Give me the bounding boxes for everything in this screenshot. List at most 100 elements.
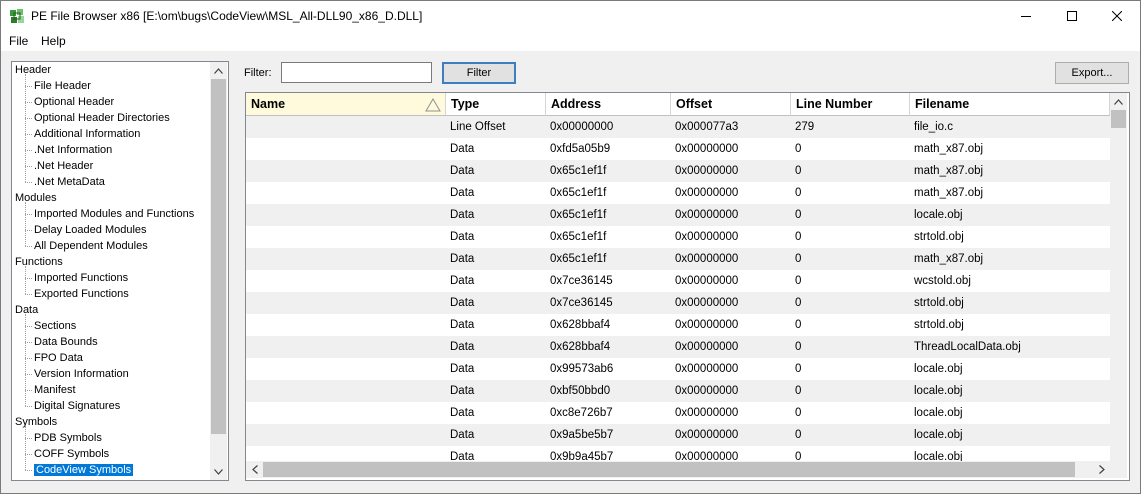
close-button[interactable] xyxy=(1094,1,1140,31)
tree-connector xyxy=(25,278,32,279)
table-cell: 0 xyxy=(795,407,802,419)
table-row[interactable]: Data 0xc8e726b7 0x00000000 0 locale.obj xyxy=(246,402,1110,424)
table-row[interactable]: Data 0x65c1ef1f 0x00000000 0 math_x87.obj xyxy=(246,160,1110,182)
tree-item[interactable]: Optional Header Directories xyxy=(34,110,170,126)
table-cell xyxy=(246,380,450,402)
tree-item[interactable]: Additional Information xyxy=(34,126,140,142)
table-row[interactable]: Data 0x7ce36145 0x00000000 0 strtold.obj xyxy=(246,292,1110,314)
tree-connector xyxy=(25,470,32,471)
table-cell xyxy=(246,270,450,292)
table-horizontal-scrollbar[interactable] xyxy=(246,461,1110,478)
table-row[interactable]: Data 0x99573ab6 0x00000000 0 locale.obj xyxy=(246,358,1110,380)
tree-group[interactable]: Functions xyxy=(15,254,63,270)
title-bar[interactable]: PE File Browser x86 [E:\om\bugs\CodeView… xyxy=(1,1,1140,31)
tree-item[interactable]: Exported Functions xyxy=(34,286,129,302)
tree-item[interactable]: Imported Modules and Functions xyxy=(34,206,194,222)
table-cell: 0x00000000 xyxy=(675,297,739,309)
table-row[interactable]: Data 0xbf50bbd0 0x00000000 0 locale.obj xyxy=(246,380,1110,402)
table-cell: locale.obj xyxy=(914,209,963,221)
tree-item-label: Imported Functions xyxy=(34,272,129,284)
scroll-thumb[interactable] xyxy=(1111,110,1126,128)
column-header[interactable]: Offset xyxy=(671,93,791,116)
tree-connector xyxy=(25,314,26,406)
tree-item[interactable]: .Net Information xyxy=(34,142,112,158)
tree-item[interactable]: Optional Header xyxy=(34,94,114,110)
table-cell: 0x00000000 xyxy=(675,407,739,419)
tree-item[interactable]: Manifest xyxy=(34,382,76,398)
table-row[interactable]: Data 0x628bbaf4 0x00000000 0 strtold.obj xyxy=(246,314,1110,336)
table-row[interactable]: Data 0x65c1ef1f 0x00000000 0 math_x87.obj xyxy=(246,182,1110,204)
table-cell: math_x87.obj xyxy=(914,143,984,155)
column-header[interactable]: Filename xyxy=(910,93,1110,116)
scroll-right-icon[interactable] xyxy=(1093,461,1110,478)
tree-item-label: Delay Loaded Modules xyxy=(34,224,147,236)
tree-item[interactable]: COFF Symbols xyxy=(34,446,109,462)
tree-connector xyxy=(25,166,32,167)
column-header[interactable]: Type xyxy=(446,93,546,116)
scroll-thumb[interactable] xyxy=(211,79,226,434)
export-button[interactable]: Export... xyxy=(1055,62,1129,84)
tree-item[interactable]: Version Information xyxy=(34,366,129,382)
table-cell: 0x00000000 xyxy=(675,319,739,331)
maximize-button[interactable] xyxy=(1049,1,1095,31)
tree-item[interactable]: Digital Signatures xyxy=(34,398,120,414)
tree-item-selected[interactable]: CodeView Symbols xyxy=(34,462,134,478)
tree-item[interactable]: FPO Data xyxy=(34,350,83,366)
table-cell xyxy=(246,204,450,226)
column-header-label: Offset xyxy=(676,97,713,111)
tree-item[interactable]: Imported Functions xyxy=(34,270,128,286)
scroll-down-icon[interactable] xyxy=(210,463,227,480)
tree-group[interactable]: Data xyxy=(15,302,38,318)
tree-item[interactable]: .Net Header xyxy=(34,158,93,174)
scroll-up-icon[interactable] xyxy=(1110,93,1127,110)
scroll-left-icon[interactable] xyxy=(246,461,263,478)
table-cell: Data xyxy=(450,209,475,221)
scroll-up-icon[interactable] xyxy=(210,62,227,79)
tree-scrollbar[interactable] xyxy=(210,62,227,480)
minimize-button[interactable] xyxy=(1003,1,1049,31)
tree-item-label: FPO Data xyxy=(34,352,83,364)
tree-group[interactable]: Header xyxy=(15,62,51,78)
table-row[interactable]: Data 0x628bbaf4 0x00000000 0 ThreadLocalData… xyxy=(246,336,1110,358)
table-row[interactable]: Data 0x9a5be5b7 0x00000000 0 locale.obj xyxy=(246,424,1110,446)
tree-item[interactable]: All Dependent Modules xyxy=(34,238,148,254)
tree-item[interactable]: Sections xyxy=(34,318,76,334)
table-vertical-scrollbar[interactable] xyxy=(1110,93,1127,461)
tree-item-label: Data Bounds xyxy=(34,336,98,348)
scrollbar-corner xyxy=(1110,461,1127,478)
filter-input[interactable] xyxy=(281,62,432,83)
table-cell: Data xyxy=(450,385,475,397)
column-header[interactable]: Address xyxy=(546,93,671,116)
menu-help[interactable]: Help xyxy=(41,34,66,48)
tree-group[interactable]: Modules xyxy=(15,190,57,206)
table-cell: 0 xyxy=(795,341,802,353)
table-cell xyxy=(246,402,450,424)
table-row[interactable]: Data 0xfd5a05b9 0x00000000 0 math_x87.obj xyxy=(246,138,1110,160)
menu-file[interactable]: File xyxy=(9,34,28,48)
table-row[interactable]: Line Offset 0x00000000 0x000077a3 279 file_i… xyxy=(246,116,1110,138)
tree-connector xyxy=(25,266,26,294)
tree-item[interactable]: Delay Loaded Modules xyxy=(34,222,147,238)
tree-connector xyxy=(25,326,32,327)
table-row[interactable]: Data 0x65c1ef1f 0x00000000 0 math_x87.obj xyxy=(246,248,1110,270)
tree-item[interactable]: .Net MetaData xyxy=(34,174,105,190)
tree-group[interactable]: Symbols xyxy=(15,414,57,430)
tree-item-label: Exported Functions xyxy=(34,288,129,300)
column-header[interactable]: Name xyxy=(246,93,446,116)
table-cell: ThreadLocalData.obj xyxy=(914,341,1021,353)
table-row[interactable]: Data 0x7ce36145 0x00000000 0 wcstold.obj xyxy=(246,270,1110,292)
tree-item[interactable]: Data Bounds xyxy=(34,334,98,350)
scroll-thumb[interactable] xyxy=(263,462,1075,477)
tree-item-label: Additional Information xyxy=(34,128,141,140)
table-cell: Data xyxy=(450,231,475,243)
table-cell: 0x00000000 xyxy=(675,165,739,177)
table-row[interactable]: Data 0x65c1ef1f 0x00000000 0 strtold.obj xyxy=(246,226,1110,248)
navigation-tree[interactable]: Header File Header Optional Header Optional… xyxy=(11,61,229,481)
table-cell xyxy=(246,182,450,204)
tree-item[interactable]: PDB Symbols xyxy=(34,430,102,446)
column-header[interactable]: Line Number xyxy=(791,93,910,116)
table-cell xyxy=(246,160,450,182)
table-row[interactable]: Data 0x65c1ef1f 0x00000000 0 locale.obj xyxy=(246,204,1110,226)
tree-item[interactable]: File Header xyxy=(34,78,91,94)
filter-button[interactable]: Filter xyxy=(442,62,516,84)
